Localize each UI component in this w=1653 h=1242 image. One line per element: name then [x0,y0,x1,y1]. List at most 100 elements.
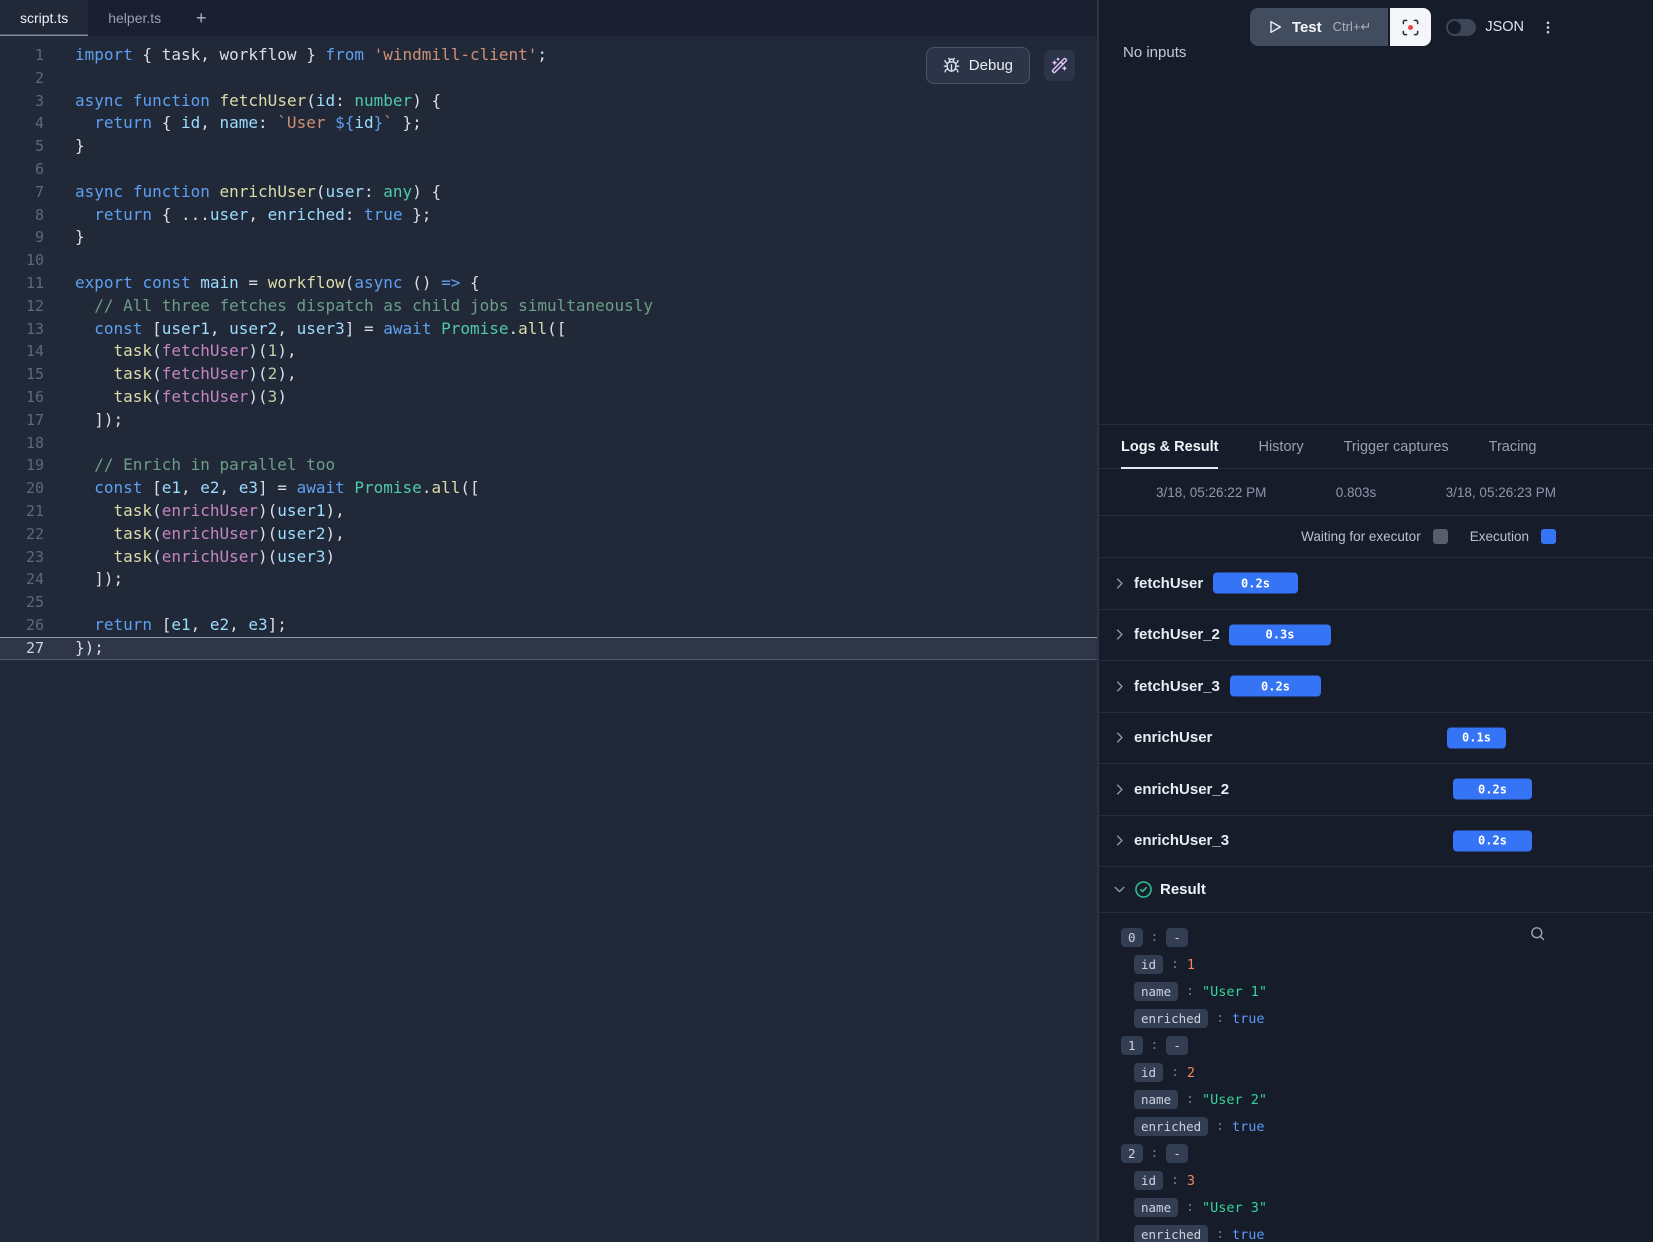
panel-top: No inputs Test Ctrl+↵ [1099,0,1653,424]
code-text [44,591,75,614]
code-line-11[interactable]: 11export const main = workflow(async () … [0,272,1097,295]
code-line-4[interactable]: 4 return { id, name: `User ${id}` }; [0,112,1097,135]
chevron-right-icon [1112,679,1127,694]
code-line-15[interactable]: 15 task(fetchUser)(2), [0,363,1097,386]
code-text: } [44,135,85,158]
code-line-27[interactable]: 27}); [0,637,1097,660]
job-duration-badge: 0.1s [1447,727,1506,748]
line-number: 1 [0,44,44,67]
panel-tab-logs-result[interactable]: Logs & Result [1121,425,1218,468]
code-text: task(enrichUser)(user2), [44,523,345,546]
collapse-toggle-chip[interactable]: - [1166,1036,1188,1055]
line-number: 23 [0,546,44,569]
code-line-9[interactable]: 9} [0,226,1097,249]
code-text [44,67,75,90]
job-row-fetchUser_3[interactable]: fetchUser_30.2s [1099,661,1653,713]
result-entry-2: 2:- [1121,1140,1556,1167]
job-name: enrichUser_2 [1134,781,1229,798]
line-number: 13 [0,318,44,341]
app-window: script.tshelper.ts+ 1import { task, work… [0,0,1653,1242]
test-up-to-button[interactable] [1390,8,1431,46]
code-line-6[interactable]: 6 [0,158,1097,181]
play-icon [1267,19,1283,35]
code-line-5[interactable]: 5} [0,135,1097,158]
code-line-21[interactable]: 21 task(enrichUser)(user1), [0,500,1097,523]
code-line-24[interactable]: 24 ]); [0,568,1097,591]
code-line-8[interactable]: 8 return { ...user, enriched: true }; [0,204,1097,227]
result-value: "User 3" [1202,1200,1267,1216]
search-icon [1529,925,1546,942]
result-value: true [1232,1227,1265,1242]
job-row-enrichUser[interactable]: enrichUser 0.1s [1099,713,1653,765]
line-number: 24 [0,568,44,591]
panel-tab-trigger-captures[interactable]: Trigger captures [1344,425,1449,468]
job-row-fetchUser_2[interactable]: fetchUser_20.3s [1099,610,1653,662]
code-line-12[interactable]: 12 // All three fetches dispatch as chil… [0,295,1097,318]
code-line-10[interactable]: 10 [0,249,1097,272]
line-number: 7 [0,181,44,204]
code-line-7[interactable]: 7async function enrichUser(user: any) { [0,181,1097,204]
panel-tab-tracing[interactable]: Tracing [1489,425,1537,468]
line-number: 4 [0,112,44,135]
new-tab-button[interactable]: + [181,0,221,36]
collapse-toggle-chip[interactable]: - [1166,928,1188,947]
code-line-23[interactable]: 23 task(enrichUser)(user3) [0,546,1097,569]
code-line-26[interactable]: 26 return [e1, e2, e3]; [0,614,1097,637]
result-key-chip[interactable]: 2 [1121,1144,1143,1163]
line-number: 12 [0,295,44,318]
job-row-fetchUser[interactable]: fetchUser0.2s [1099,558,1653,610]
result-key-chip[interactable]: 0 [1121,928,1143,947]
search-result-button[interactable] [1529,925,1546,942]
code-line-16[interactable]: 16 task(fetchUser)(3) [0,386,1097,409]
result-key-chip: name [1134,1090,1178,1109]
result-value: 1 [1187,957,1195,973]
job-duration-badge: 0.3s [1229,624,1331,645]
code-text [44,432,75,455]
colon-separator: : [1186,1200,1194,1215]
chevron-right-icon [1112,833,1127,848]
code-line-19[interactable]: 19 // Enrich in parallel too [0,454,1097,477]
result-row[interactable]: Result [1099,867,1653,913]
line-number: 5 [0,135,44,158]
chevron-right-icon [1112,627,1127,642]
line-number: 26 [0,614,44,637]
ai-assistant-button[interactable] [1044,50,1075,81]
test-shortcut: Ctrl+↵ [1333,19,1372,35]
job-row-enrichUser_3[interactable]: enrichUser_30.2s [1099,816,1653,868]
legend-item: Waiting for executor [1301,529,1448,544]
chevron-right-icon [1112,730,1127,745]
code-line-22[interactable]: 22 task(enrichUser)(user2), [0,523,1097,546]
line-number: 27 [0,637,44,660]
result-key-chip[interactable]: 1 [1121,1036,1143,1055]
collapse-toggle-chip[interactable]: - [1166,1144,1188,1163]
job-duration-badge: 0.2s [1213,573,1298,594]
code-line-14[interactable]: 14 task(fetchUser)(1), [0,340,1097,363]
debug-button[interactable]: Debug [926,47,1030,84]
more-options-button[interactable] [1540,18,1556,37]
code-editor[interactable]: 1import { task, workflow } from 'windmil… [0,36,1097,1242]
code-line-20[interactable]: 20 const [e1, e2, e3] = await Promise.al… [0,477,1097,500]
code-text: // All three fetches dispatch as child j… [44,295,653,318]
editor-tab-script-ts[interactable]: script.ts [0,0,88,36]
code-line-3[interactable]: 3async function fetchUser(id: number) { [0,90,1097,113]
code-line-17[interactable]: 17 ]); [0,409,1097,432]
total-duration: 0.803s [1336,485,1377,500]
editor-tab-helper-ts[interactable]: helper.ts [88,0,181,36]
code-text: import { task, workflow } from 'windmill… [44,44,547,67]
scan-record-icon [1401,18,1420,37]
test-label: Test [1292,19,1322,36]
json-toggle[interactable] [1446,19,1476,36]
code-line-13[interactable]: 13 const [user1, user2, user3] = await P… [0,318,1097,341]
job-row-enrichUser_2[interactable]: enrichUser_20.2s [1099,764,1653,816]
code-line-25[interactable]: 25 [0,591,1097,614]
job-duration-badge: 0.2s [1453,830,1532,851]
code-line-18[interactable]: 18 [0,432,1097,455]
job-name: enrichUser [1134,729,1212,746]
colon-separator: : [1186,984,1194,999]
code-text: return { ...user, enriched: true }; [44,204,431,227]
editor-actions: Debug [926,47,1075,84]
result-key-chip: name [1134,982,1178,1001]
line-number: 6 [0,158,44,181]
test-button[interactable]: Test Ctrl+↵ [1250,8,1388,46]
panel-tab-history[interactable]: History [1258,425,1303,468]
